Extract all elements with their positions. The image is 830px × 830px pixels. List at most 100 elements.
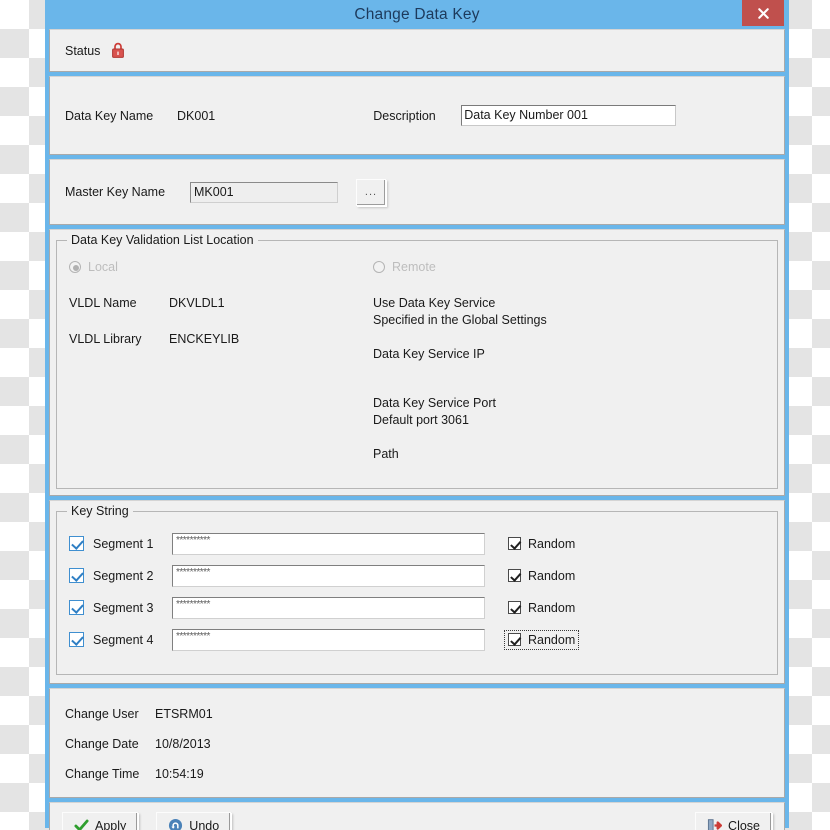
segment-2-random-checkbox[interactable] (508, 569, 521, 582)
dialog-client-area: Status Data Key Name DK001 Description D… (49, 29, 785, 830)
segment-row: Segment 2 ********** Random (57, 562, 777, 589)
data-key-name-label: Data Key Name (65, 108, 154, 123)
status-panel: Status (49, 29, 785, 72)
window-title: Change Data Key (354, 5, 480, 23)
local-radio-label: Local (88, 260, 118, 274)
close-button-label: Close (728, 819, 760, 830)
segment-1-input[interactable]: ********** (172, 532, 485, 555)
dialog-button-bar: Apply Undo Close (49, 802, 785, 830)
remote-radio-row[interactable]: Remote (373, 260, 703, 274)
validation-location-body: Local VLDL Name DKVLDL1 VLDL Library ENC… (57, 241, 777, 488)
master-key-browse-button[interactable]: ... (356, 178, 386, 206)
key-string-panel: Key String Segment 1 ********** Random S… (49, 500, 785, 684)
close-rest: lose (737, 818, 760, 830)
segment-1-random-label: Random (528, 536, 576, 551)
title-bar: Change Data Key (45, 0, 789, 29)
service-ip-label: Data Key Service IP (373, 347, 485, 361)
service-port-note: Data Key Service Port Default port 3061 (373, 395, 703, 429)
remote-radio-label: Remote (392, 260, 436, 274)
global-settings-note-line2: Specified in the Global Settings (373, 313, 547, 327)
segment-2-input[interactable]: ********** (172, 564, 485, 587)
locked-padlock-icon (112, 42, 125, 58)
vldl-library-row: VLDL Library ENCKEYLIB (69, 332, 369, 346)
path-label: Path (373, 447, 399, 461)
segment-3-random-label: Random (528, 600, 576, 615)
remote-column: Remote Use Data Key Service Specified in… (373, 260, 703, 463)
undo-button[interactable]: Undo (156, 812, 232, 830)
segment-4-label: Segment 4 (93, 632, 154, 647)
segment-row: Segment 1 ********** Random (57, 530, 777, 557)
segment-2-random-label: Random (528, 568, 576, 583)
description-input[interactable]: Data Key Number 001 (461, 105, 677, 126)
change-time-label: Change Time (65, 767, 140, 781)
apply-button[interactable]: Apply (62, 812, 139, 830)
validation-location-groupbox: Data Key Validation List Location Local … (56, 233, 778, 489)
master-key-name-input[interactable]: MK001 (190, 181, 338, 203)
undo-button-label: Undo (189, 819, 219, 830)
change-user-row: Change User ETSRM01 (65, 707, 784, 721)
vldl-library-value: ENCKEYLIB (169, 332, 240, 346)
change-user-value: ETSRM01 (155, 707, 213, 721)
red-exit-door-icon (707, 819, 723, 830)
segment-3-label: Segment 3 (93, 600, 154, 615)
close-button[interactable]: Close (695, 812, 772, 830)
global-settings-note: Use Data Key Service Specified in the Gl… (373, 295, 703, 329)
segment-1-random-checkbox[interactable] (508, 537, 521, 550)
change-date-label: Change Date (65, 737, 139, 751)
segment-3-input[interactable]: ********** (172, 596, 485, 619)
change-user-label: Change User (65, 707, 139, 721)
global-settings-note-line1: Use Data Key Service (373, 296, 496, 310)
master-key-name-label: Master Key Name (65, 185, 166, 199)
change-date-value: 10/8/2013 (155, 737, 211, 751)
status-label: Status (65, 43, 101, 58)
segment-row: Segment 3 ********** Random (57, 594, 777, 621)
segment-3-checkbox[interactable] (69, 600, 84, 615)
green-check-icon (74, 819, 89, 830)
remote-radio-icon[interactable] (373, 261, 385, 273)
segment-2-label: Segment 2 (93, 568, 154, 583)
close-accel: C (728, 818, 738, 830)
undo-accel: U (189, 818, 199, 830)
local-radio-row[interactable]: Local (69, 260, 369, 274)
segment-1-label: Segment 1 (93, 536, 154, 551)
master-key-panel: Master Key Name MK001 ... (49, 159, 785, 225)
description-label: Description (373, 108, 436, 123)
blue-undo-arrow-icon (169, 818, 183, 830)
change-time-row: Change Time 10:54:19 (65, 767, 784, 781)
segment-2-random-group[interactable]: Random (505, 567, 578, 585)
segment-3-random-group[interactable]: Random (505, 599, 578, 617)
apply-rest: pply (103, 818, 127, 830)
service-port-label: Data Key Service Port (373, 396, 496, 410)
change-date-row: Change Date 10/8/2013 (65, 737, 784, 751)
service-port-default: Default port 3061 (373, 413, 469, 427)
change-time-value: 10:54:19 (155, 767, 204, 781)
change-data-key-dialog: Change Data Key Status Data Key Name DK0… (45, 0, 789, 830)
segment-4-checkbox[interactable] (69, 632, 84, 647)
local-radio-icon[interactable] (69, 261, 81, 273)
apply-button-label: Apply (95, 819, 126, 830)
window-close-button[interactable] (742, 0, 784, 26)
segment-row: Segment 4 ********** Random (57, 626, 777, 653)
segment-4-random-checkbox[interactable] (508, 633, 521, 646)
key-string-body: Segment 1 ********** Random Segment 2 **… (57, 512, 777, 653)
data-key-name-panel: Data Key Name DK001 Description Data Key… (49, 76, 785, 155)
segment-3-random-checkbox[interactable] (508, 601, 521, 614)
key-string-group-title: Key String (67, 504, 133, 518)
segment-1-random-group[interactable]: Random (505, 535, 578, 553)
segment-1-checkbox[interactable] (69, 536, 84, 551)
segment-4-input[interactable]: ********** (172, 628, 485, 651)
close-x-icon (757, 7, 769, 19)
vldl-name-label: VLDL Name (69, 296, 137, 310)
vldl-name-row: VLDL Name DKVLDL1 (69, 296, 369, 310)
change-info-panel: Change User ETSRM01 Change Date 10/8/201… (49, 688, 785, 798)
segment-4-random-label: Random (528, 632, 576, 647)
segment-4-random-group[interactable]: Random (503, 629, 580, 650)
vldl-library-label: VLDL Library (69, 332, 142, 346)
segment-2-checkbox[interactable] (69, 568, 84, 583)
undo-rest: ndo (198, 818, 220, 830)
local-column: Local VLDL Name DKVLDL1 VLDL Library ENC… (69, 260, 369, 346)
data-key-name-value: DK001 (177, 108, 216, 123)
key-string-groupbox: Key String Segment 1 ********** Random S… (56, 504, 778, 675)
vldl-name-value: DKVLDL1 (169, 296, 225, 310)
validation-location-panel: Data Key Validation List Location Local … (49, 229, 785, 496)
